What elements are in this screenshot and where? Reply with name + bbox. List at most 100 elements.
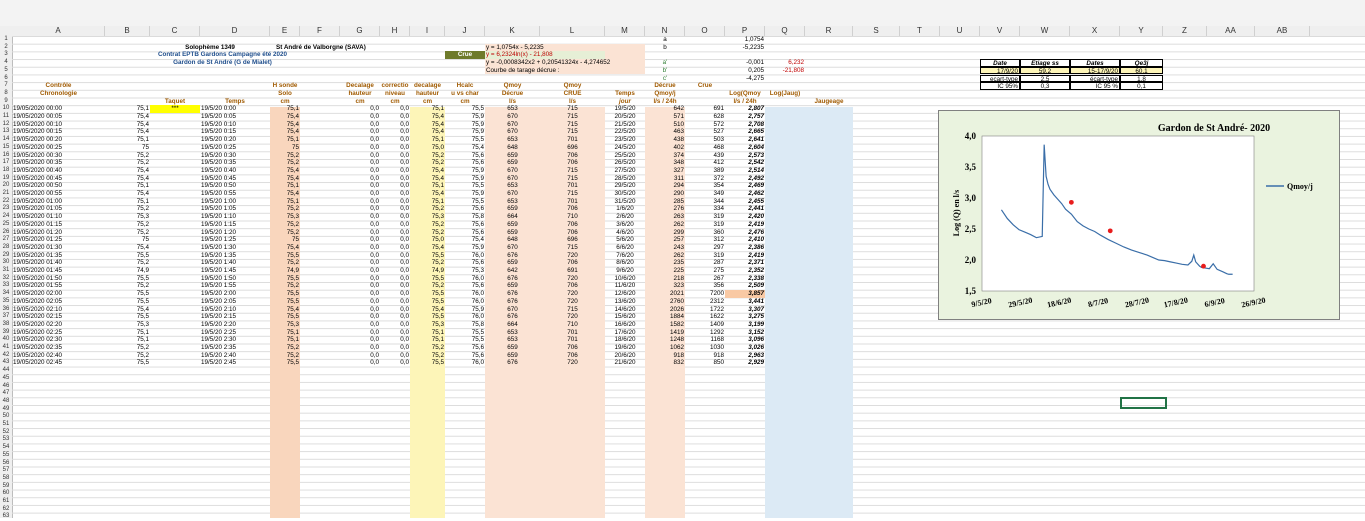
- hdr-niveau[interactable]: niveau: [380, 90, 410, 98]
- table-cell[interactable]: 75,1: [105, 329, 150, 337]
- table-cell[interactable]: 26/5/20: [605, 159, 645, 167]
- table-cell[interactable]: 3,307: [725, 306, 765, 314]
- table-cell[interactable]: 2,929: [725, 359, 765, 367]
- table-cell[interactable]: 2,476: [725, 229, 765, 237]
- table-cell[interactable]: 19/05/2020 01:05: [12, 205, 105, 213]
- table-cell[interactable]: 676: [485, 290, 540, 298]
- equation-poly[interactable]: y = -0,0008342x2 + 0,20541324x - 4,27465…: [485, 59, 645, 67]
- param-b-label[interactable]: b: [645, 44, 685, 52]
- hdr-jaugeage[interactable]: Jaugeage: [805, 98, 853, 106]
- row-header[interactable]: 30: [0, 259, 12, 267]
- table-cell[interactable]: 402: [645, 144, 685, 152]
- table-cell[interactable]: 75,4: [445, 236, 485, 244]
- table-cell[interactable]: 75,2: [410, 352, 445, 360]
- table-cell[interactable]: 1248: [645, 336, 685, 344]
- table-cell[interactable]: 19/05/2020 00:35: [12, 159, 105, 167]
- table-cell[interactable]: [150, 275, 200, 283]
- table-cell[interactable]: 75,5: [105, 313, 150, 321]
- table-cell[interactable]: 720: [540, 298, 605, 306]
- table-cell[interactable]: 0,0: [340, 198, 380, 206]
- table-cell[interactable]: 1030: [685, 344, 725, 352]
- table-cell[interactable]: 19/5/20 1:55: [200, 282, 270, 290]
- table-cell[interactable]: 0,0: [340, 282, 380, 290]
- table-cell[interactable]: 6/6/20: [605, 244, 645, 252]
- row-header[interactable]: 20: [0, 182, 12, 190]
- table-cell[interactable]: 2312: [685, 298, 725, 306]
- table-cell[interactable]: 0,0: [340, 267, 380, 275]
- table-cell[interactable]: 701: [540, 329, 605, 337]
- table-cell[interactable]: 75,5: [270, 275, 300, 283]
- table-cell[interactable]: 653: [485, 198, 540, 206]
- table-cell[interactable]: 0,0: [340, 329, 380, 337]
- row-header[interactable]: 45: [0, 375, 12, 383]
- param-b2-label[interactable]: b': [645, 67, 685, 75]
- row-header[interactable]: 42: [0, 352, 12, 360]
- row-header[interactable]: 51: [0, 421, 12, 429]
- table-cell[interactable]: 262: [645, 221, 685, 229]
- table-cell[interactable]: 659: [485, 352, 540, 360]
- table-cell[interactable]: 75,4: [105, 121, 150, 129]
- table-cell[interactable]: 2/6/20: [605, 213, 645, 221]
- table-cell[interactable]: 348: [645, 159, 685, 167]
- row-header[interactable]: 58: [0, 475, 12, 483]
- row-header[interactable]: 34: [0, 290, 12, 298]
- table-cell[interactable]: 1292: [685, 329, 725, 337]
- table-cell[interactable]: 290: [645, 190, 685, 198]
- table-cell[interactable]: 706: [540, 221, 605, 229]
- table-cell[interactable]: 1168: [685, 336, 725, 344]
- jaugeage-table-cell[interactable]: écart-type: [1070, 74, 1120, 83]
- jaugeage-table-cell[interactable]: 2,5: [1020, 74, 1070, 83]
- table-cell[interactable]: 715: [540, 128, 605, 136]
- table-cell[interactable]: 2,462: [725, 190, 765, 198]
- chart-object[interactable]: Gardon de St André- 2020 Log (Q) en l/s 4,…: [938, 110, 1340, 320]
- table-cell[interactable]: 0,0: [380, 175, 410, 183]
- table-cell[interactable]: 2,509: [725, 282, 765, 290]
- param-a-value[interactable]: 1,0754: [725, 36, 765, 44]
- column-header-R[interactable]: R: [805, 26, 853, 36]
- table-cell[interactable]: 360: [685, 229, 725, 237]
- table-cell[interactable]: 720: [540, 290, 605, 298]
- table-cell[interactable]: 19/5/20 2:10: [200, 306, 270, 314]
- table-cell[interactable]: 75,9: [445, 244, 485, 252]
- table-cell[interactable]: 19/05/2020 02:10: [12, 306, 105, 314]
- table-cell[interactable]: 0,0: [340, 213, 380, 221]
- table-cell[interactable]: 19/5/20 1:30: [200, 244, 270, 252]
- table-cell[interactable]: 75,4: [105, 175, 150, 183]
- table-cell[interactable]: 16/6/20: [605, 321, 645, 329]
- table-cell[interactable]: 0,0: [340, 190, 380, 198]
- table-cell[interactable]: [150, 167, 200, 175]
- table-cell[interactable]: 319: [685, 252, 725, 260]
- table-cell[interactable]: 7/6/20: [605, 252, 645, 260]
- table-cell[interactable]: 75,4: [270, 128, 300, 136]
- jaugeage-table-cell[interactable]: 17/9/20: [980, 66, 1020, 75]
- table-cell[interactable]: 19/5/20 0:30: [200, 152, 270, 160]
- table-cell[interactable]: 670: [485, 113, 540, 121]
- table-cell[interactable]: 21/6/20: [605, 359, 645, 367]
- table-cell[interactable]: 0,0: [340, 175, 380, 183]
- table-cell[interactable]: 0,0: [380, 282, 410, 290]
- table-cell[interactable]: 75,3: [105, 213, 150, 221]
- table-cell[interactable]: 76,0: [445, 359, 485, 367]
- table-cell[interactable]: 19/5/20 0:40: [200, 167, 270, 175]
- table-cell[interactable]: 1622: [685, 313, 725, 321]
- table-cell[interactable]: 19/5/20 1:05: [200, 205, 270, 213]
- row-header[interactable]: 44: [0, 367, 12, 375]
- table-cell[interactable]: 75,4: [410, 175, 445, 183]
- hdr-temps-2[interactable]: Temps: [605, 90, 645, 98]
- table-cell[interactable]: 75,1: [410, 105, 445, 113]
- table-cell[interactable]: 2,963: [725, 352, 765, 360]
- table-cell[interactable]: 19/5/20 0:20: [200, 136, 270, 144]
- param-c2-label[interactable]: c': [645, 75, 685, 83]
- table-cell[interactable]: 389: [685, 167, 725, 175]
- table-cell[interactable]: 344: [685, 198, 725, 206]
- table-cell[interactable]: 715: [540, 190, 605, 198]
- table-cell[interactable]: 17/6/20: [605, 329, 645, 337]
- table-cell[interactable]: 75,2: [410, 259, 445, 267]
- hdr-temps[interactable]: Temps: [200, 98, 270, 106]
- table-cell[interactable]: 19/5/20: [605, 105, 645, 113]
- table-cell[interactable]: 0,0: [340, 306, 380, 314]
- table-cell[interactable]: 3,857: [725, 290, 765, 298]
- table-cell[interactable]: 2,419: [725, 221, 765, 229]
- table-cell[interactable]: 706: [540, 205, 605, 213]
- table-cell[interactable]: 0,0: [380, 321, 410, 329]
